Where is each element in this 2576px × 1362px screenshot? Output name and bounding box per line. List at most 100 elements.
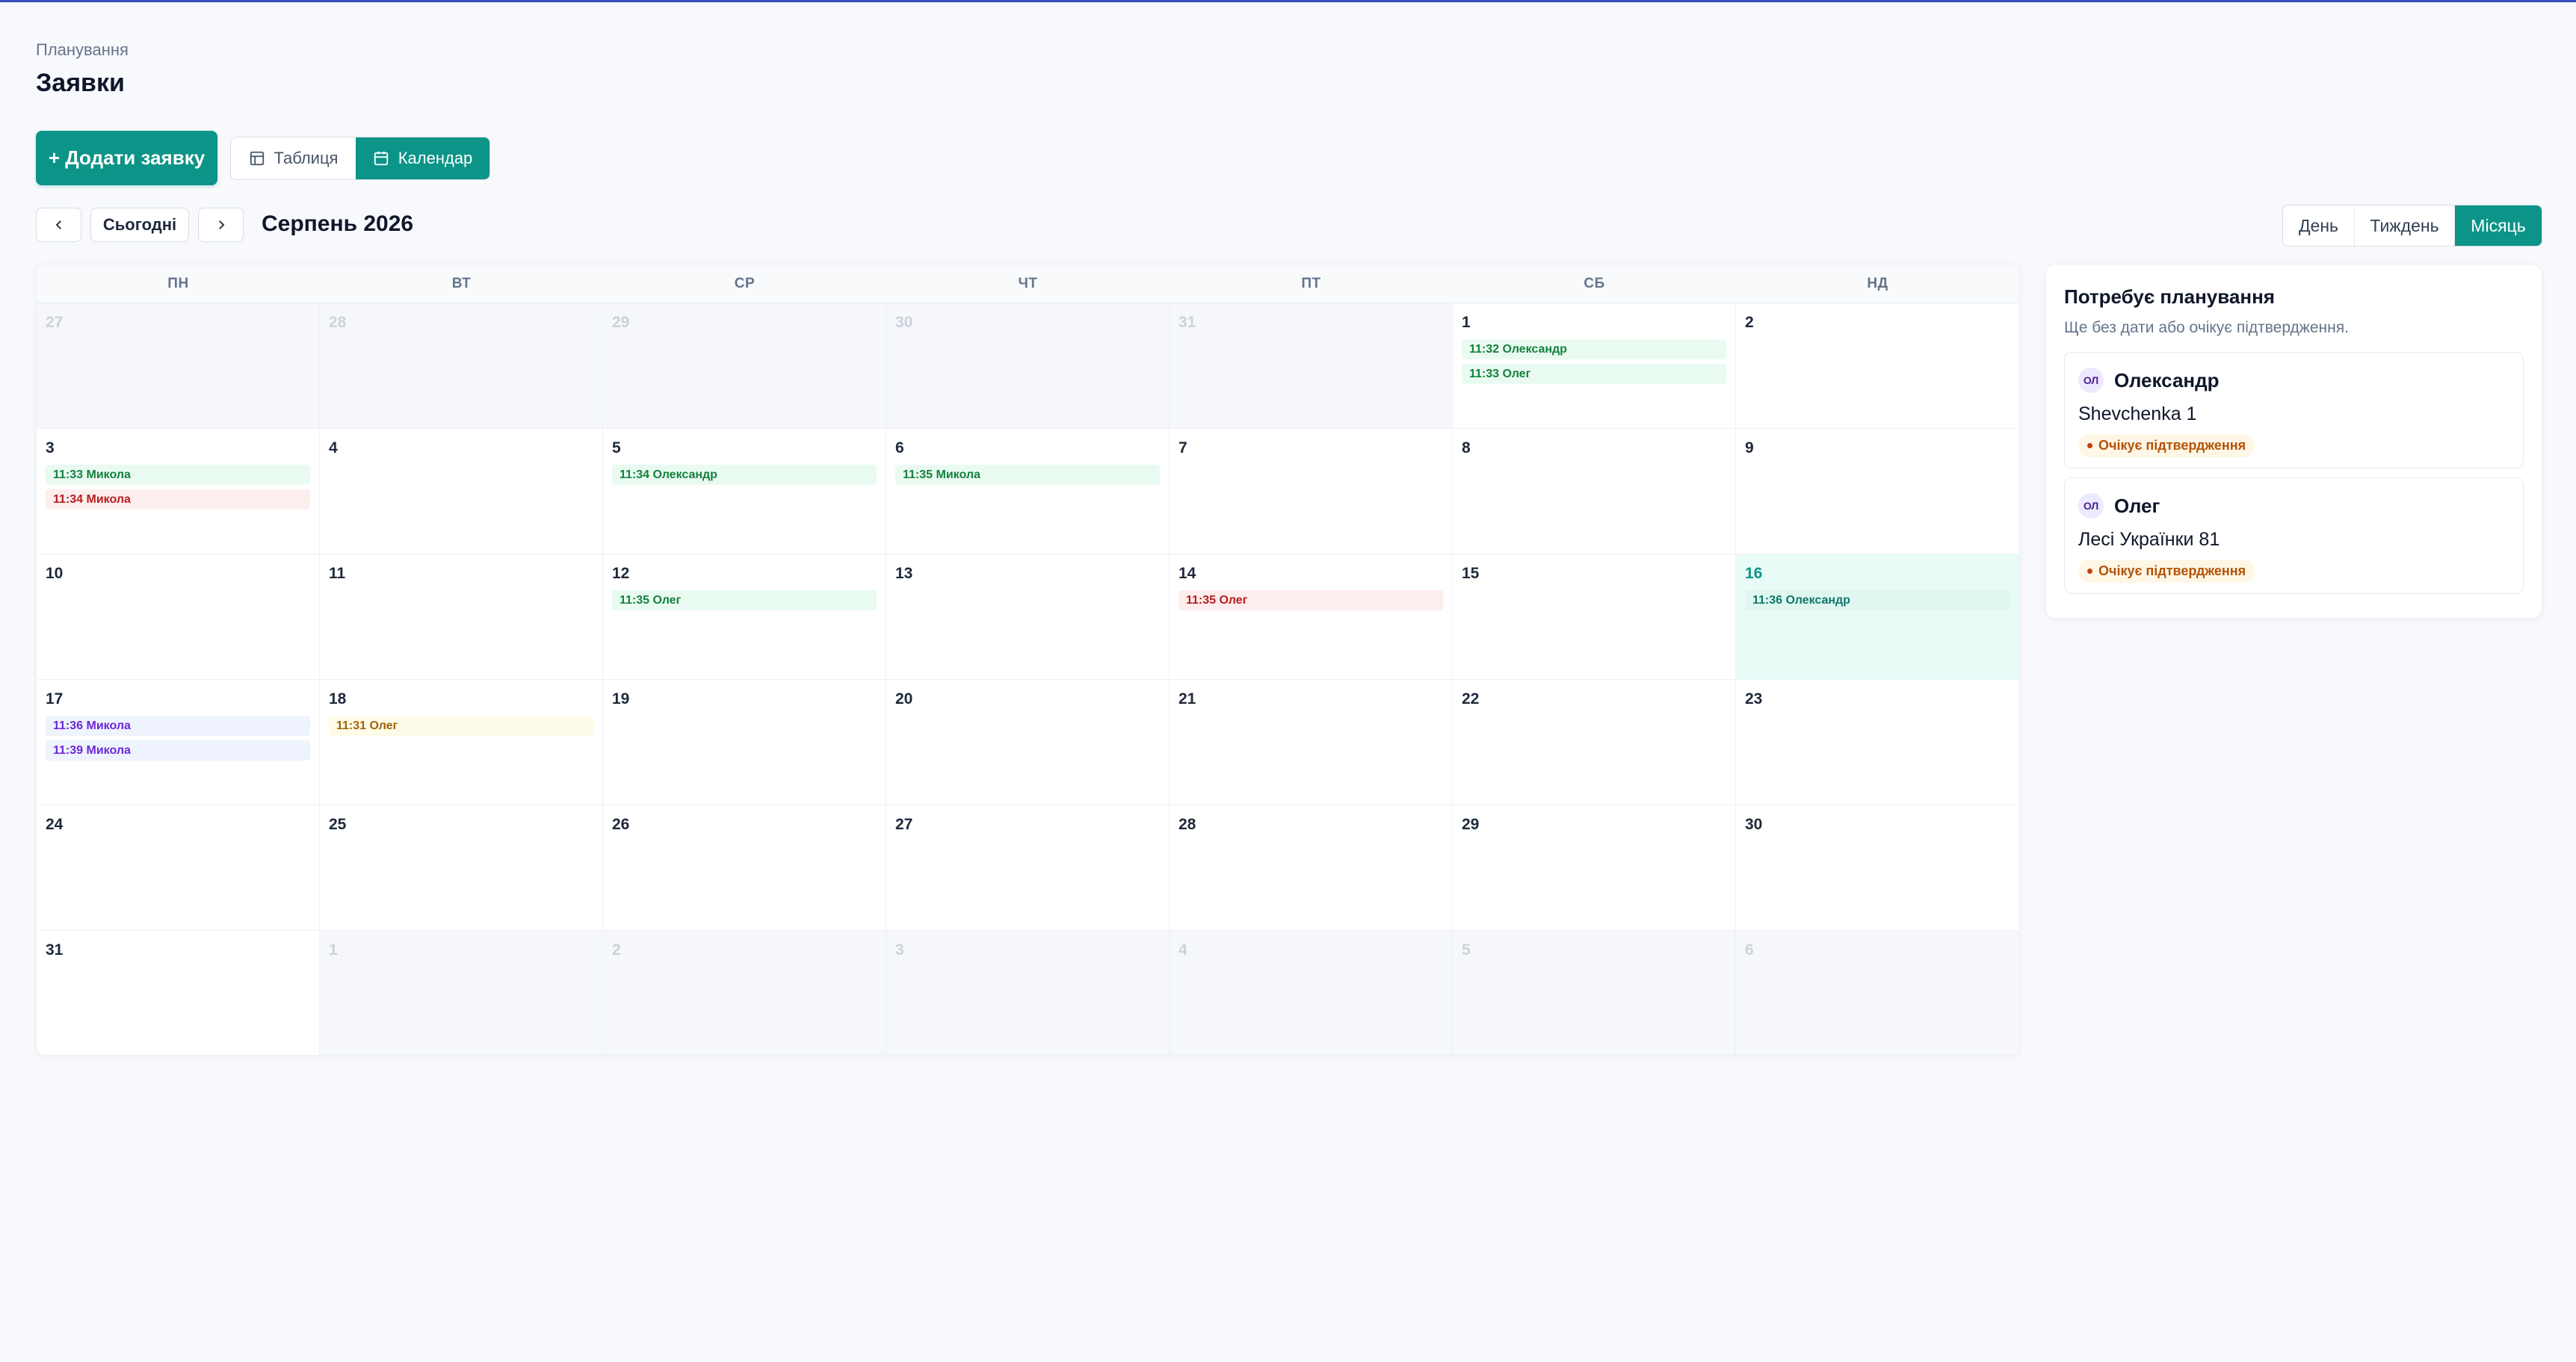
table-view-label: Таблиця (274, 149, 339, 167)
day-cell[interactable]: 27 (886, 805, 1170, 931)
day-number: 6 (1745, 941, 1754, 959)
day-cell[interactable]: 28 (1170, 805, 1453, 931)
day-number: 17 (46, 690, 64, 708)
calendar-event[interactable]: 11:39 Микола (46, 740, 310, 761)
chevron-left-icon (55, 220, 61, 229)
range-week-button[interactable]: Тиждень (2355, 205, 2455, 246)
day-cell[interactable]: 31 (37, 931, 320, 1055)
month-calendar: ПН ВТ СР ЧТ ПТ СБ НД 27 28 29 30 31 1 11:32 Ол… (36, 264, 2020, 1056)
day-cell[interactable]: 6 (1736, 931, 2019, 1055)
status-label: Очікує підтвердження (2098, 438, 2246, 453)
day-cell[interactable]: 3 11:33 Микола 11:34 Микола (37, 429, 320, 554)
day-number: 13 (895, 565, 913, 582)
day-cell[interactable]: 5 11:34 Олександр (603, 429, 886, 554)
today-button[interactable]: Сьогодні (90, 208, 189, 242)
day-cell-today[interactable]: 16 11:36 Олександр (1736, 554, 2019, 680)
day-cell[interactable]: 18 11:31 Олег (320, 680, 603, 805)
day-number: 5 (612, 439, 621, 456)
day-cell[interactable]: 2 (603, 931, 886, 1055)
day-number: 3 (46, 439, 55, 456)
day-cell[interactable]: 6 11:35 Микола (886, 429, 1170, 554)
day-number: 12 (612, 565, 630, 582)
day-cell[interactable]: 29 (603, 303, 886, 429)
day-cell[interactable]: 4 (320, 429, 603, 554)
calendar-view-button[interactable]: Календар (356, 137, 489, 179)
page-title: Заявки (36, 69, 125, 97)
day-cell[interactable]: 20 (886, 680, 1170, 805)
day-cell[interactable]: 15 (1453, 554, 1736, 680)
day-cell[interactable]: 4 (1170, 931, 1453, 1055)
day-cell[interactable]: 31 (1170, 303, 1453, 429)
day-number: 14 (1179, 565, 1196, 582)
card-name: Олександр (2114, 368, 2220, 391)
status-label: Очікує підтвердження (2098, 563, 2246, 578)
weekday-label: ЧТ (1018, 275, 1038, 291)
next-month-button[interactable] (198, 208, 244, 242)
calendar-event[interactable]: 11:35 Олег (1179, 590, 1443, 610)
day-cell[interactable]: 26 (603, 805, 886, 931)
day-number: 4 (1179, 941, 1187, 959)
panel-subtitle: Ще без дати або очікує підтвердження. (2064, 319, 2349, 336)
day-cell[interactable]: 28 (320, 303, 603, 429)
calendar-event[interactable]: 11:35 Микола (895, 465, 1160, 485)
day-cell[interactable]: 23 (1736, 680, 2019, 805)
day-number: 1 (1462, 314, 1471, 331)
day-cell[interactable]: 19 (603, 680, 886, 805)
unscheduled-card[interactable]: ОЛ Олег Лесі Українки 81 Очікує підтверд… (2064, 477, 2524, 594)
panel-title: Потребує планування (2064, 285, 2275, 308)
day-number: 30 (895, 314, 913, 331)
day-cell[interactable]: 2 (1736, 303, 2019, 429)
day-number: 6 (895, 439, 904, 456)
calendar-event[interactable]: 11:35 Олег (612, 590, 877, 610)
day-cell[interactable]: 11 (320, 554, 603, 680)
day-cell[interactable]: 10 (37, 554, 320, 680)
day-cell[interactable]: 7 (1170, 429, 1453, 554)
day-cell[interactable]: 1 (320, 931, 603, 1055)
day-number: 10 (46, 565, 64, 582)
day-number: 25 (329, 816, 347, 833)
add-request-button[interactable]: + Додати заявку (36, 131, 217, 185)
calendar-event[interactable]: 11:36 Олександр (1745, 590, 2010, 610)
breadcrumb[interactable]: Планування (36, 40, 129, 60)
calendar-event[interactable]: 11:32 Олександр (1462, 339, 1726, 359)
day-cell[interactable]: 30 (1736, 805, 2019, 931)
day-cell[interactable]: 27 (37, 303, 320, 429)
day-number: 29 (1462, 816, 1480, 833)
day-cell[interactable]: 9 (1736, 429, 2019, 554)
calendar-event[interactable]: 11:33 Микола (46, 465, 310, 485)
avatar: ОЛ (2078, 493, 2104, 519)
calendar-event[interactable]: 11:34 Олександр (612, 465, 877, 485)
day-cell[interactable]: 1 11:32 Олександр 11:33 Олег (1453, 303, 1736, 429)
day-cell[interactable]: 13 (886, 554, 1170, 680)
day-cell[interactable]: 14 11:35 Олег (1170, 554, 1453, 680)
day-number: 22 (1462, 690, 1480, 708)
day-cell[interactable]: 24 (37, 805, 320, 931)
day-cell[interactable]: 25 (320, 805, 603, 931)
day-number: 7 (1179, 439, 1187, 456)
day-number: 8 (1462, 439, 1471, 456)
range-day-button[interactable]: День (2283, 205, 2355, 246)
day-cell[interactable]: 17 11:36 Микола 11:39 Микола (37, 680, 320, 805)
unscheduled-card[interactable]: ОЛ Олександр Shevchenka 1 Очікує підтвер… (2064, 352, 2524, 468)
avatar: ОЛ (2078, 368, 2104, 393)
day-cell[interactable]: 22 (1453, 680, 1736, 805)
day-cell[interactable]: 12 11:35 Олег (603, 554, 886, 680)
card-header: ОЛ Олег (2078, 493, 2509, 519)
table-view-button[interactable]: Таблиця (231, 137, 356, 179)
day-number: 31 (46, 941, 64, 959)
day-cell[interactable]: 29 (1453, 805, 1736, 931)
calendar-event[interactable]: 11:31 Олег (329, 716, 593, 736)
day-cell[interactable]: 30 (886, 303, 1170, 429)
calendar-event[interactable]: 11:36 Микола (46, 716, 310, 736)
day-cell[interactable]: 3 (886, 931, 1170, 1055)
range-month-button[interactable]: Місяць (2455, 205, 2542, 246)
calendar-event[interactable]: 11:33 Олег (1462, 364, 1726, 384)
day-cell[interactable]: 8 (1453, 429, 1736, 554)
calendar-event[interactable]: 11:34 Микола (46, 489, 310, 510)
prev-month-button[interactable] (36, 208, 81, 242)
calendar-icon (374, 151, 388, 166)
day-number: 26 (612, 816, 630, 833)
day-cell[interactable]: 21 (1170, 680, 1453, 805)
calendar-grid: 27 28 29 30 31 1 11:32 Олександр 11:33 Олег 2 3 11… (37, 303, 2019, 1055)
day-cell[interactable]: 5 (1453, 931, 1736, 1055)
